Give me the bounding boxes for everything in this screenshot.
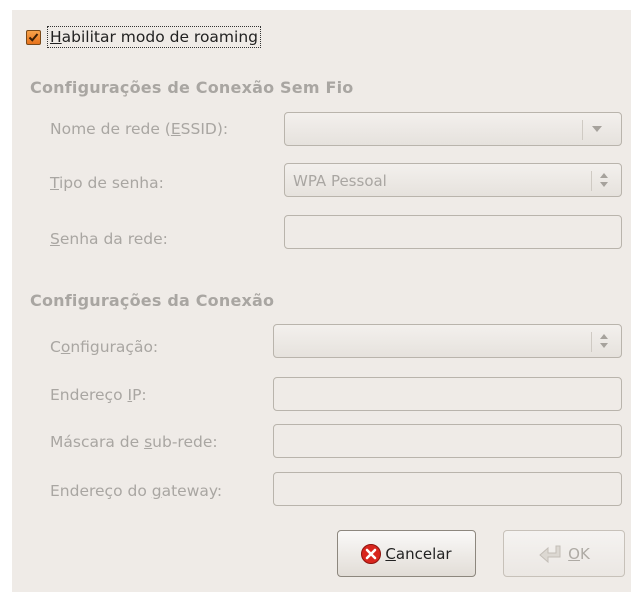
cancel-icon (361, 543, 382, 564)
checkmark-icon (28, 32, 39, 42)
password-type-label-rest: ipo de senha: (59, 174, 164, 192)
ok-label-rest: K (579, 544, 590, 563)
essid-label: Nome de rede (ESSID): (50, 120, 228, 138)
netmask-label-mnemonic: s (144, 433, 153, 451)
password-type-label-mnemonic: T (50, 174, 59, 192)
enter-arrow-icon (538, 544, 564, 564)
password-type-label: Tipo de senha: (50, 174, 164, 192)
roaming-checkbox[interactable] (26, 29, 41, 45)
updown-arrows-icon[interactable] (592, 164, 616, 196)
essid-label-post: SSID): (180, 120, 229, 138)
updown-arrows-icon[interactable] (592, 325, 616, 357)
cancel-mnemonic: C (385, 544, 396, 563)
password-field[interactable] (284, 215, 622, 249)
gateway-label: Endereço do gateway: (50, 482, 222, 500)
config-label-post: nfiguração: (70, 338, 159, 356)
connection-section-title: Configurações da Conexão (30, 291, 275, 310)
config-label: Configuração: (50, 338, 158, 356)
ok-mnemonic: O (568, 544, 580, 563)
password-label-rest: enha da rede: (59, 230, 168, 248)
essid-label-pre: Nome de rede ( (50, 120, 171, 138)
password-type-value: WPA Pessoal (293, 172, 387, 190)
roaming-checkbox-label[interactable]: Habilitar modo de roaming (47, 26, 262, 48)
ok-label: OK (568, 545, 590, 563)
cancel-button[interactable]: Cancelar (337, 530, 476, 577)
ip-label-post: P: (132, 386, 147, 404)
cancel-label-rest: ancelar (395, 544, 452, 563)
netmask-field[interactable] (273, 424, 622, 458)
roaming-checkbox-row[interactable]: Habilitar modo de roaming (26, 24, 262, 50)
gateway-label-pre: Endereço do (50, 482, 152, 500)
netmask-label-pre: Máscara de (50, 433, 145, 451)
password-label-mnemonic: S (50, 230, 60, 248)
roaming-mnemonic: H (50, 28, 62, 46)
network-settings-dialog: Habilitar modo de roaming Configurações … (12, 10, 631, 592)
cancel-label: Cancelar (385, 545, 451, 563)
ip-field[interactable] (273, 377, 622, 411)
config-select[interactable] (273, 324, 622, 358)
roaming-label-text: abilitar modo de roaming (61, 28, 259, 46)
gateway-field[interactable] (273, 472, 622, 506)
gateway-label-post: ateway: (161, 482, 223, 500)
ip-label: Endereço IP: (50, 386, 147, 404)
config-label-mnemonic: o (60, 338, 71, 356)
password-type-select[interactable]: WPA Pessoal (284, 163, 622, 197)
essid-combo-entry[interactable] (284, 112, 622, 146)
password-label: Senha da rede: (50, 230, 168, 248)
chevron-down-icon[interactable] (583, 113, 611, 145)
netmask-label-post: ub-rede: (152, 433, 218, 451)
essid-label-mnemonic: E (170, 120, 181, 138)
config-label-pre: C (50, 338, 61, 356)
gateway-label-mnemonic: g (151, 482, 162, 500)
ip-label-pre: Endereço (50, 386, 128, 404)
netmask-label: Máscara de sub-rede: (50, 433, 218, 451)
wireless-section-title: Configurações de Conexão Sem Fio (30, 78, 354, 97)
ok-button[interactable]: OK (503, 530, 625, 577)
